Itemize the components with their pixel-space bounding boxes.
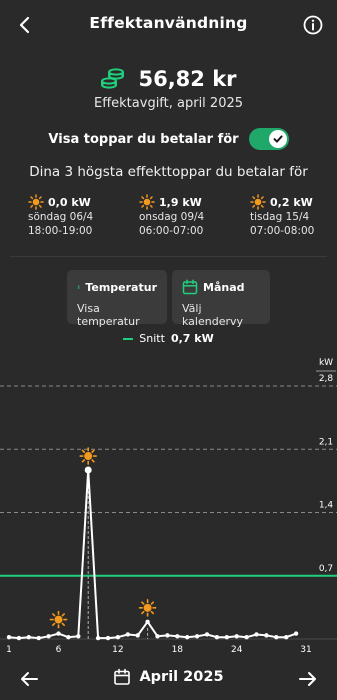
divider <box>10 256 327 257</box>
peak-item: 0,0 kW söndag 06/4 18:00-19:00 <box>28 194 128 238</box>
cost-summary: 56,82 kr <box>0 64 337 94</box>
data-point <box>224 634 229 640</box>
peak-date: söndag 06/4 <box>28 211 94 223</box>
peaks-heading: Dina 3 högsta effekttoppar du betalar fö… <box>29 164 308 180</box>
data-point <box>274 634 279 640</box>
x-tick-label: 18 <box>172 645 184 655</box>
month-title: Månad <box>203 280 245 294</box>
temperature-button[interactable]: Temperatur Visa temperatur <box>67 270 167 328</box>
show-paid-peaks-toggle[interactable] <box>248 128 289 150</box>
thermometer-icon <box>77 285 80 289</box>
data-point <box>36 635 41 641</box>
data-point <box>66 634 71 640</box>
data-point <box>76 634 81 639</box>
data-point <box>135 633 140 638</box>
y-tick-label: 2,1 <box>319 437 333 447</box>
data-point <box>293 631 299 636</box>
sun-icon <box>250 194 266 210</box>
cost-subtitle: Effektavgift, april 2025 <box>93 96 244 111</box>
data-point <box>165 633 170 638</box>
x-tick-label: 31 <box>300 645 311 655</box>
x-tick-label: 12 <box>112 645 123 655</box>
month-navigation: April 2025 <box>0 664 337 694</box>
peak-time: 06:00-07:00 <box>139 225 204 237</box>
calendar-icon <box>114 668 131 685</box>
data-point <box>185 634 190 640</box>
data-point <box>175 634 180 639</box>
x-tick-label: 24 <box>231 645 243 655</box>
peak-item: 1,9 kW onsdag 09/4 06:00-07:00 <box>139 194 239 238</box>
show-paid-peaks-label: Visa toppar du betalar för <box>48 131 239 147</box>
peak-kw: 0,0 kW <box>48 195 91 209</box>
check-icon <box>273 135 283 143</box>
peak-time: 18:00-19:00 <box>28 225 93 237</box>
data-point <box>105 635 111 641</box>
page-title: Effektanvändning <box>89 14 248 32</box>
arrow-right-icon <box>299 672 316 686</box>
peak-kw: 1,9 kW <box>159 195 202 209</box>
legend-value: 0,7 kW <box>170 332 214 345</box>
y-tick-label: 1,4 <box>319 501 334 511</box>
show-paid-peaks-row: Visa toppar du betalar för <box>0 127 337 151</box>
x-tick-label: 1 <box>6 645 12 655</box>
y-axis-unit: kW <box>319 358 333 368</box>
power-chart: kW 0,7 1,4 2,1 2,8 1 6 12 18 24 31 <box>0 358 337 655</box>
data-point <box>125 632 130 637</box>
x-tick-label: 6 <box>56 645 62 655</box>
data-point <box>194 634 200 639</box>
peak-item: 0,2 kW tisdag 15/4 07:00-08:00 <box>250 194 337 238</box>
top-bar: Effektanvändning <box>0 0 337 52</box>
month-subtitle: Välj kalendervy <box>182 302 244 328</box>
data-point <box>26 634 31 640</box>
peak-sun-icon <box>49 610 68 629</box>
peak-time: 07:00-08:00 <box>250 225 315 237</box>
cost-amount: 56,82 kr <box>138 67 237 91</box>
calendar-icon <box>182 279 198 295</box>
month-view-button[interactable]: Månad Välj kalendervy <box>172 270 270 328</box>
peak-date: onsdag 09/4 <box>139 211 205 223</box>
chart-legend: Snitt 0,7 kW <box>0 332 337 345</box>
sun-icon <box>28 194 44 210</box>
data-point <box>234 634 239 639</box>
peak-date: tisdag 15/4 <box>250 211 310 223</box>
data-point <box>145 619 150 625</box>
average-swatch <box>123 337 134 340</box>
data-point <box>254 632 259 637</box>
peak-sun-icon <box>79 447 97 465</box>
data-point <box>95 635 101 641</box>
data-point <box>84 466 92 474</box>
sun-icon <box>139 194 155 210</box>
data-point <box>204 632 210 637</box>
data-point <box>264 633 269 638</box>
data-point <box>214 634 220 640</box>
month-selector[interactable]: April 2025 <box>0 668 337 686</box>
data-point <box>46 634 51 639</box>
toggle-knob <box>268 130 287 148</box>
next-month-button[interactable] <box>297 668 319 690</box>
data-point <box>16 635 22 641</box>
peak-sun-icon <box>138 599 157 617</box>
month-label: April 2025 <box>139 669 224 685</box>
data-point <box>244 634 249 640</box>
legend-label: Snitt <box>139 332 165 345</box>
info-icon <box>303 15 323 35</box>
temperature-title: Temperatur <box>85 280 157 294</box>
data-point <box>115 634 121 640</box>
temperature-subtitle: Visa temperatur <box>77 302 140 328</box>
data-point <box>6 634 12 640</box>
info-button[interactable] <box>302 14 324 36</box>
y-tick-label: 0,7 <box>319 564 333 574</box>
coins-icon <box>101 68 125 89</box>
data-point <box>284 634 289 640</box>
data-point <box>56 631 61 636</box>
y-tick-label: 2,8 <box>319 374 334 384</box>
peak-kw: 0,2 kW <box>270 195 313 209</box>
data-point <box>155 634 160 639</box>
